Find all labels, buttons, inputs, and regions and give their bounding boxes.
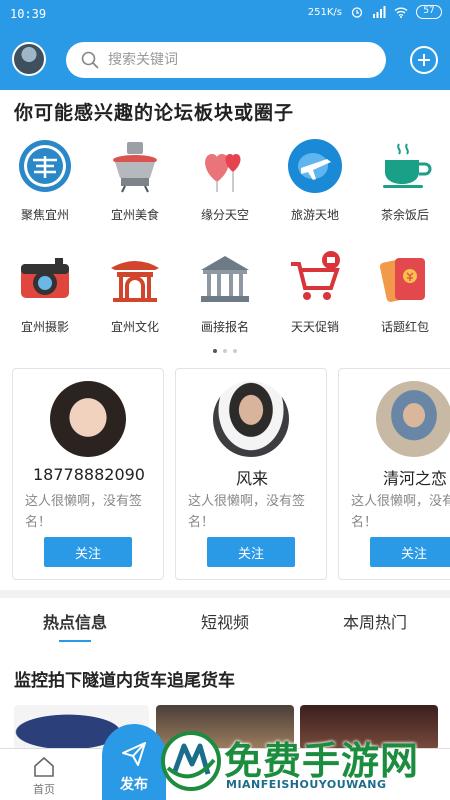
focus-yizhou-icon <box>19 140 71 192</box>
category-label: 宜州摄影 <box>20 320 69 334</box>
category-travel[interactable]: 旅游天地 <box>270 138 360 223</box>
category-label: 宜州文化 <box>110 320 159 334</box>
follow-button[interactable]: 关注 <box>370 537 450 567</box>
wifi-icon <box>394 7 408 18</box>
user-card[interactable]: 18778882090 这人很懒啊，没有签名！ 关注 <box>12 368 164 580</box>
category-label: 茶余饭后 <box>380 208 429 222</box>
page-indicator <box>0 338 450 357</box>
home-icon <box>34 756 54 777</box>
building-icon <box>201 256 249 302</box>
category-fate-sky[interactable]: 缘分天空 <box>180 138 270 223</box>
nav-home[interactable]: 首页 <box>4 749 84 800</box>
signal-icon <box>373 6 386 18</box>
category-label: 天天促销 <box>290 320 339 334</box>
category-label: 话题红包 <box>380 320 429 334</box>
user-bio: 这人很懒啊，没有签名！ <box>188 494 306 530</box>
user-name: 风来 <box>235 469 268 488</box>
news-headline[interactable]: 监控拍下隧道内货车追尾货车 <box>14 666 235 691</box>
category-tea-talk[interactable]: 茶余饭后 <box>360 138 450 223</box>
category-label: 画接报名 <box>200 320 249 334</box>
section-divider <box>0 590 450 598</box>
follow-button[interactable]: 关注 <box>207 537 295 567</box>
hearts-icon <box>205 154 241 192</box>
publish-button[interactable]: 发布 <box>102 724 166 800</box>
section-title: 你可能感兴趣的论坛板块或圈子 <box>14 102 295 124</box>
category-label: 聚焦宜州 <box>20 208 69 222</box>
content-tabs: 热点信息 短视频 本周热门 <box>0 600 450 648</box>
travel-plane-icon <box>288 139 342 193</box>
tab-hot-news[interactable]: 热点信息 <box>0 600 150 648</box>
user-avatar[interactable] <box>376 381 450 457</box>
search-input[interactable] <box>108 52 368 68</box>
user-name: 清河之恋 <box>382 469 447 488</box>
watermark: 免费手游网 MIANFEISHOUYOUWANG <box>160 722 450 800</box>
alarm-icon <box>351 7 363 18</box>
category-label: 宜州美食 <box>110 208 159 222</box>
shopping-cart-icon <box>291 251 340 300</box>
tab-short-video[interactable]: 短视频 <box>150 600 300 648</box>
publish-label: 发布 <box>120 777 148 793</box>
user-avatar[interactable] <box>50 381 126 457</box>
category-label: 缘分天空 <box>200 208 249 222</box>
user-avatar[interactable] <box>12 42 46 76</box>
user-card[interactable]: 风来 这人很懒啊，没有签名！ 关注 <box>175 368 327 580</box>
user-name: 18778882090 <box>33 465 145 484</box>
watermark-title: 免费手游网 <box>224 739 420 783</box>
hotpot-icon <box>113 142 157 193</box>
user-avatar[interactable] <box>213 381 289 457</box>
paper-plane-icon <box>122 742 146 766</box>
recommended-users: 18778882090 这人很懒啊，没有签名！ 关注 风来 这人很懒啊，没有签名… <box>0 368 450 583</box>
watermark-logo <box>161 731 221 791</box>
category-food[interactable]: 宜州美食 <box>90 138 180 223</box>
pavilion-icon <box>111 261 159 302</box>
category-label: 旅游天地 <box>290 208 339 222</box>
nav-home-label: 首页 <box>33 783 55 796</box>
camera-icon <box>21 258 69 298</box>
search-bar[interactable] <box>66 42 386 78</box>
add-button[interactable] <box>410 46 438 74</box>
battery-icon: 57 <box>416 5 442 19</box>
tab-weekly-hot[interactable]: 本周热门 <box>300 600 450 648</box>
follow-button[interactable]: 关注 <box>44 537 132 567</box>
red-envelope-icon <box>379 258 425 302</box>
status-time: 10:39 <box>10 7 47 21</box>
tea-cup-icon <box>383 143 432 188</box>
status-bar: 10:39 251K/s 57 <box>0 0 450 28</box>
category-culture[interactable]: 宜州文化 <box>90 250 180 335</box>
category-focus-yizhou[interactable]: 聚焦宜州 <box>0 138 90 223</box>
user-bio: 这人很懒啊，没有签名！ <box>351 494 450 530</box>
user-card[interactable]: 清河之恋 这人很懒啊，没有签名！ 关注 <box>338 368 450 580</box>
user-bio: 这人很懒啊，没有签名！ <box>25 494 143 530</box>
category-signup[interactable]: 画接报名 <box>180 250 270 335</box>
search-icon <box>81 51 99 69</box>
category-daily-promo[interactable]: 天天促销 <box>270 250 360 335</box>
network-speed: 251K/s <box>307 6 342 18</box>
watermark-subtitle: MIANFEISHOUYOUWANG <box>226 778 387 791</box>
category-photography[interactable]: 宜州摄影 <box>0 250 90 335</box>
category-red-packet[interactable]: 话题红包 <box>360 250 450 335</box>
